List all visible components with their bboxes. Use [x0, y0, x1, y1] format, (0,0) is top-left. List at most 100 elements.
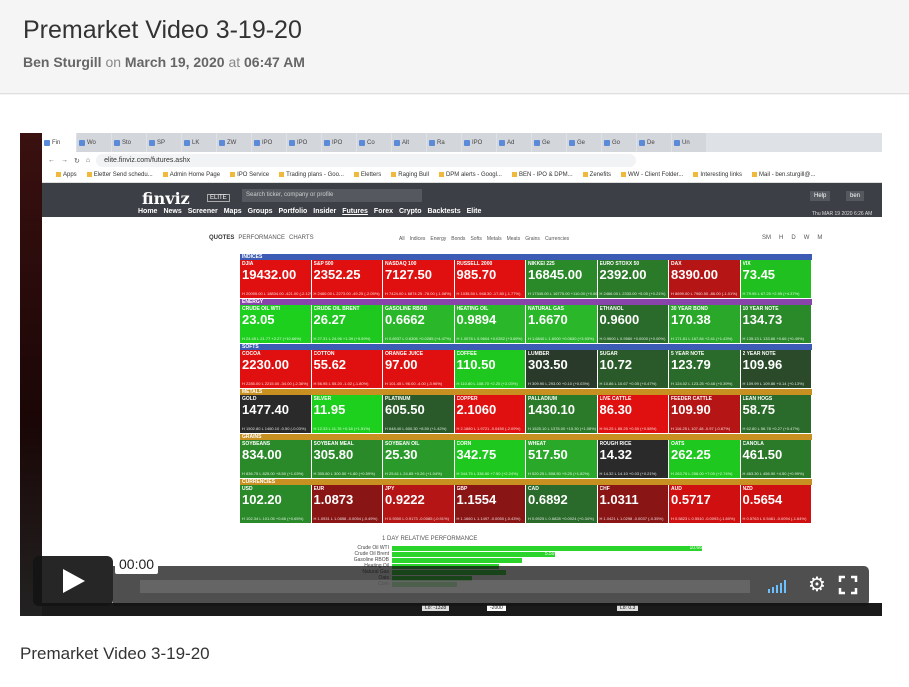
bookmark-item: Mail - ben.sturgill@... — [752, 172, 815, 179]
tile-range: H 0.6925 L 0.6828 +0.0024 (+0.34%) — [528, 516, 594, 521]
bookmark-item: Eletter Send schedu... — [87, 172, 153, 179]
browser-tab-label: Ge — [542, 139, 551, 146]
tile-range: H 14.32 L 14.10 +0.03 (+0.21%) — [599, 471, 657, 476]
tile-range: H 116.25 L 107.48 -0.97 (-0.87%) — [671, 426, 731, 431]
futures-tile: LEAN HOGS 58.75 H 62.80 L 56.78 +0.27 (+0.… — [740, 395, 811, 433]
browser-tab: IPO — [462, 133, 496, 152]
browser-tab-label: De — [647, 139, 655, 146]
tile-range: H 62.80 L 56.78 +0.27 (+0.47%) — [742, 426, 800, 431]
filter-option: Energy — [430, 236, 447, 242]
tile-value: 73.45 — [742, 267, 776, 282]
tile-value: 1430.10 — [528, 402, 575, 417]
futures-tile: CRUDE OIL BRENT 26.27 H 27.31 L 24.96 +1.3… — [311, 305, 382, 343]
browser-tab: Ad — [497, 133, 531, 152]
video-frame[interactable]: Fin Wo Sto SP LK ZW IPO IPO IPO Co Alt Ra IPO Ad Ge Ge G… — [20, 133, 882, 616]
tile-value: 0.9894 — [456, 312, 497, 327]
video-caption: Premarket Video 3-19-20 — [20, 644, 210, 663]
tile-range: H 79.95 L 67.25 +2.95 (+4.37%) — [742, 291, 800, 296]
tile-value: 25.30 — [385, 447, 418, 462]
finviz-content: QUOTES PERFORMANCE CHARTS All Indices Energy… — [42, 217, 882, 616]
tab-favicon-icon — [219, 139, 225, 146]
futures-tile: CAD 0.6892 H 0.6925 L 0.6828 +0.0024 (+0.3… — [526, 485, 597, 523]
tile-range: H 110.80 L 108.70 +2.20 (+2.03%) — [456, 381, 518, 386]
tile-value: 0.9222 — [385, 492, 425, 507]
futures-tile: CHF 1.0311 H 1.0421 L 1.0298 -0.0037 (-0.3… — [597, 485, 668, 523]
browser-tab-label: Un — [682, 139, 690, 146]
play-button[interactable] — [33, 556, 113, 606]
bookmark-item: Interesting links — [693, 172, 742, 179]
bookmark-item: Trading plans - Goo... — [279, 172, 344, 179]
filter-option: Meats — [506, 236, 521, 242]
post-time: 06:47 AM — [244, 54, 305, 70]
volume-icon[interactable] — [768, 580, 786, 593]
tab-favicon-icon — [149, 139, 155, 146]
tab-favicon-icon — [184, 139, 190, 146]
tab-favicon-icon — [639, 139, 645, 146]
futures-tile: 10 YEAR NOTE 134.73 H 135.13 L 133.66 +0.6… — [740, 305, 811, 343]
tile-value: 123.79 — [671, 357, 711, 372]
tile-value: 8390.00 — [671, 267, 718, 282]
tile-value: 0.5654 — [742, 492, 783, 507]
tile-range: H 463.30 L 456.90 +4.50 (+0.99%) — [742, 471, 804, 476]
tab-favicon-icon — [604, 139, 610, 146]
tab-favicon-icon — [499, 139, 505, 146]
tile-range: H 0.9300 L 0.9173 -0.0085 (-0.91%) — [385, 516, 449, 521]
browser-tab: Fin — [42, 133, 76, 152]
tile-range: H 305.80 L 300.50 +1.80 (+0.59%) — [313, 471, 375, 476]
futures-row: USD 102.20 H 102.34 L 101.05 +0.66 (+0.65%… — [240, 485, 812, 523]
futures-row: COCOA 2230.00 H 2285.00 L 2215.00 -34.00 (… — [240, 350, 812, 388]
tile-range: H 648.40 L 600.30 +8.50 (+1.42%) — [385, 426, 447, 431]
bookmark-item: IPO Service — [230, 172, 269, 179]
tile-value: 985.70 — [456, 267, 497, 282]
futures-tile: CANOLA 461.50 H 463.30 L 456.90 +4.50 (+0.… — [740, 440, 811, 478]
fullscreen-icon[interactable] — [838, 575, 858, 595]
browser-tab-label: Sto — [122, 139, 132, 146]
browser-tab: ZW — [217, 133, 251, 152]
settings-gear-icon[interactable]: ⚙ — [808, 575, 826, 595]
post-author[interactable]: Ben Sturgill — [23, 54, 102, 70]
futures-tile: COCOA 2230.00 H 2285.00 L 2215.00 -34.00 (… — [240, 350, 311, 388]
futures-tile: COFFEE 110.50 H 110.80 L 108.70 +2.20 (+2.… — [454, 350, 525, 388]
browser-tab-label: IPO — [297, 139, 308, 146]
tile-range: H 1525.10 L 1378.00 +15.30 (+1.08%) — [528, 426, 597, 431]
tile-value: 1.0873 — [313, 492, 354, 507]
progress-bar[interactable] — [140, 580, 750, 593]
futures-tile: ROUGH RICE 14.32 H 14.32 L 14.10 +0.03 (+0… — [597, 440, 668, 478]
finviz-menu-item: Groups — [247, 208, 273, 215]
tile-value: 19432.00 — [242, 267, 297, 282]
tile-value: 1477.40 — [242, 402, 289, 417]
performance-title: 1 DAY RELATIVE PERFORMANCE — [382, 536, 478, 542]
bookmarks-bar: Apps Eletter Send schedu... Admin Home Pag… — [42, 169, 882, 183]
tile-value: 23.05 — [242, 312, 275, 327]
tile-value: 303.50 — [528, 357, 568, 372]
tile-range: H 109.99 L 109.86 +0.14 (+0.13%) — [742, 381, 804, 386]
futures-tile: FEEDER CATTLE 109.90 H 116.25 L 107.48 -0.… — [669, 395, 740, 433]
filter-option: Bonds — [451, 236, 466, 242]
tile-value: 305.80 — [313, 447, 354, 462]
post-at-word: at — [228, 54, 241, 70]
browser-tab-label: Fin — [52, 139, 61, 146]
finviz-menu-item: Maps — [223, 208, 242, 215]
timeframe-option: SM — [762, 235, 771, 241]
tile-range: H 1.6840 L 1.6000 +0.0630 (+3.93%) — [528, 336, 594, 341]
browser-tab-label: Alt — [402, 139, 410, 146]
bookmark-item: Eletters — [354, 172, 381, 179]
bookmark-item: WW - Client Folder... — [621, 172, 683, 179]
futures-row: CRUDE OIL WTI 23.05 H 24.45 L 21.77 +2.27 … — [240, 305, 812, 343]
futures-tile: EURO STOXX 50 2392.00 H 2466.00 L 2333.00 … — [597, 260, 668, 298]
futures-tile: COTTON 55.62 H 56.95 L 55.20 -1.02 (-1.80%… — [311, 350, 382, 388]
futures-tile: JPY 0.9222 H 0.9300 L 0.9173 -0.0085 (-0.9… — [383, 485, 454, 523]
tile-range: H 1.1660 L 1.1497 -0.0050 (-0.43%) — [456, 516, 521, 521]
filter-option: Indices — [409, 236, 426, 242]
tile-value: 1.0311 — [599, 492, 639, 507]
futures-subtab: CHARTS — [289, 235, 314, 241]
tile-range: H 263.75 L 256.00 +7.00 (+2.74%) — [671, 471, 733, 476]
tile-value: 1.6670 — [528, 312, 568, 327]
tile-value: 2230.00 — [242, 357, 289, 372]
tile-range: H 2460.00 L 2273.00 -49.25 (-2.05%) — [313, 291, 380, 296]
futures-grid: INDICES DJIA 19432.00 H 20095.00 L 18834.00… — [240, 254, 812, 536]
futures-tile: NZD 0.5654 H 0.5763 L 0.5461 -0.0094 (-1.6… — [740, 485, 811, 523]
futures-tile: VIX 73.45 H 79.95 L 67.25 +2.95 (+4.37%) — [740, 260, 811, 298]
futures-tile: LIVE CATTLE 86.30 H 94.25 L 85.25 +0.50 (+… — [597, 395, 668, 433]
futures-row: GOLD 1477.40 H 1502.80 L 1460.10 -0.50 (-0… — [240, 395, 812, 433]
